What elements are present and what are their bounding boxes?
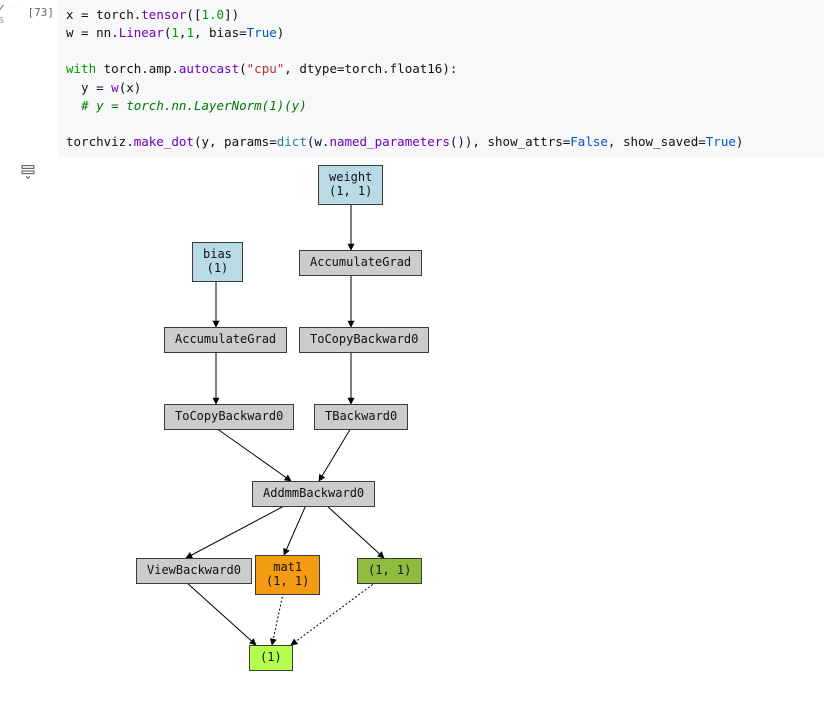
node-label: ToCopyBackward0 [310, 332, 418, 346]
node-shape: (1) [203, 262, 232, 276]
node-viewbackward: ViewBackward0 [136, 558, 252, 584]
execution-count: [73] [28, 6, 55, 19]
node-label: ToCopyBackward0 [175, 409, 283, 423]
node-accgrad-w: AccumulateGrad [299, 250, 422, 276]
code-cell: ✓ s [73] x = torch.tensor([1.0]) w = nn.… [0, 0, 824, 157]
node-weight: weight (1, 1) [318, 165, 383, 205]
node-bias: bias (1) [192, 242, 243, 282]
node-addmm: AddmmBackward0 [252, 481, 375, 507]
node-shape: (1, 1) [266, 575, 309, 589]
status-sub-icon: s [0, 14, 5, 25]
status-check-icon: ✓ [0, 2, 5, 13]
node-tocopy-w: ToCopyBackward0 [299, 327, 429, 353]
node-label: (1, 1) [368, 563, 411, 577]
node-label: bias [203, 248, 232, 262]
node-label: AccumulateGrad [310, 255, 411, 269]
cell-gutter: ✓ s [73] [0, 0, 58, 25]
output-toggle-icon[interactable] [20, 163, 36, 179]
node-tocopy-b: ToCopyBackward0 [164, 404, 294, 430]
output-gutter [0, 157, 56, 185]
node-label: mat1 [266, 561, 309, 575]
code-editor[interactable]: x = torch.tensor([1.0]) w = nn.Linear(1,… [58, 0, 824, 157]
node-accgrad-b: AccumulateGrad [164, 327, 287, 353]
node-output: (1) [249, 645, 293, 671]
node-label: weight [329, 171, 372, 185]
node-mat1: mat1 (1, 1) [255, 555, 320, 595]
node-shape: (1, 1) [329, 185, 372, 199]
node-label: (1) [260, 650, 282, 664]
autograd-graph: weight (1, 1) bias (1) AccumulateGrad Ac… [56, 157, 616, 697]
output-row: weight (1, 1) bias (1) AccumulateGrad Ac… [0, 157, 824, 697]
node-label: TBackward0 [325, 409, 397, 423]
node-label: ViewBackward0 [147, 563, 241, 577]
node-label: AddmmBackward0 [263, 486, 364, 500]
node-label: AccumulateGrad [175, 332, 276, 346]
node-tbackward: TBackward0 [314, 404, 408, 430]
node-intermediate: (1, 1) [357, 558, 422, 584]
